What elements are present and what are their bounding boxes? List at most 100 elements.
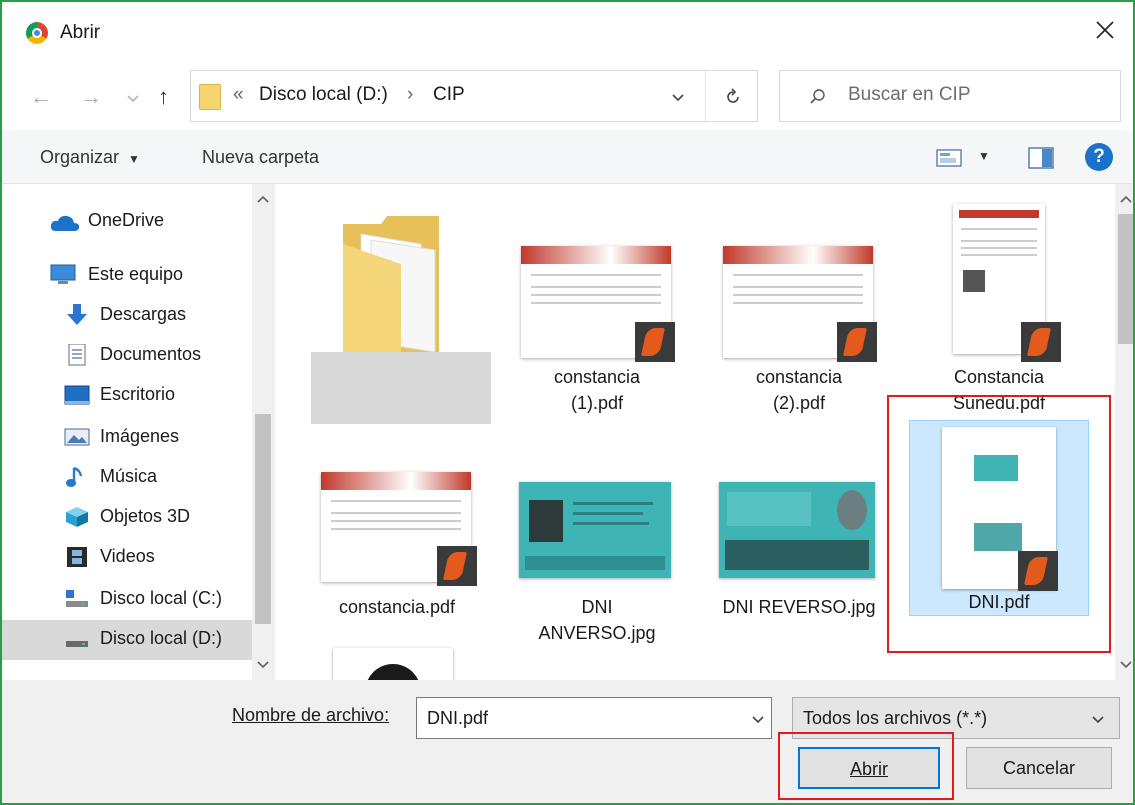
filename-value: DNI.pdf [427, 708, 489, 728]
title-bar: Abrir [2, 2, 1133, 64]
scroll-down-icon[interactable] [256, 660, 270, 670]
sidebar-item-imagenes[interactable]: Imágenes [2, 418, 252, 458]
caret-down-icon: ▼ [128, 152, 140, 166]
filename-history-chevron-icon[interactable] [751, 715, 765, 725]
sidebar-item-label: Imágenes [100, 426, 180, 446]
navigation-bar: ← → ↑ « Disco local (D:) › CIP Buscar en… [2, 64, 1133, 130]
file-item[interactable]: constancia.pdf [307, 446, 487, 680]
file-name: constancia (1).pdf [553, 367, 641, 413]
close-icon[interactable] [1091, 16, 1119, 44]
file-item[interactable]: constancia (2).pdf [709, 198, 889, 438]
sidebar-item-descargas[interactable]: Descargas [2, 296, 252, 336]
file-name: DNI ANVERSO.jpg [538, 597, 656, 643]
filename-label: Nombre de archivo: [232, 705, 389, 726]
navigation-pane: OneDrive Este equipo Descargas Documento… [2, 184, 274, 680]
file-name: constancia.pdf [338, 597, 456, 617]
scroll-up-icon[interactable] [256, 194, 270, 204]
open-file-dialog: Abrir ← → ↑ « Disco local (D:) › CIP Bus… [0, 0, 1135, 805]
file-list: constancia (1).pdf constancia (2).pdf Co… [275, 184, 1115, 680]
file-name: constancia (2).pdf [755, 367, 843, 413]
pdf-file-icon [635, 322, 675, 362]
file-list-scrollbar[interactable] [1115, 184, 1133, 680]
pdf-file-icon [837, 322, 877, 362]
address-divider [705, 71, 706, 121]
view-options-caret-icon[interactable]: ▼ [978, 149, 990, 163]
scroll-up-icon[interactable] [1119, 194, 1133, 204]
computer-icon [50, 264, 76, 284]
organize-label: Organizar [40, 147, 120, 167]
file-item-selected[interactable]: DNI.pdf [909, 420, 1089, 616]
sidebar-item-documentos[interactable]: Documentos [2, 336, 252, 376]
partial-photo-thumbnail[interactable] [333, 648, 453, 680]
sidebar-item-label: Disco local (D:) [100, 628, 223, 648]
filename-label-text: Nombre de archivo: [232, 705, 390, 725]
filetype-value: Todos los archivos (*.*) [803, 708, 988, 728]
recent-locations-chevron-icon[interactable] [126, 94, 140, 104]
address-bar[interactable]: « Disco local (D:) › CIP [190, 70, 758, 122]
breadcrumb-overflow[interactable]: « [233, 84, 244, 106]
scroll-down-icon[interactable] [1119, 660, 1133, 670]
preview-pane-icon[interactable] [1028, 147, 1054, 169]
breadcrumb-disco-d[interactable]: Disco local (D:) [259, 84, 388, 106]
organize-button[interactable]: Organizar ▼ [40, 147, 140, 168]
pdf-file-icon [1021, 322, 1061, 362]
sidebar-item-objetos-3d[interactable]: Objetos 3D [2, 498, 252, 538]
download-arrow-icon [67, 304, 87, 325]
change-view-icon[interactable] [936, 148, 962, 168]
sidebar-item-musica[interactable]: Música [2, 458, 252, 498]
sidebar-item-videos[interactable]: Videos [2, 538, 252, 578]
cube-icon [66, 507, 88, 527]
file-item[interactable]: DNI ANVERSO.jpg [507, 446, 687, 680]
pictures-icon [64, 428, 90, 446]
id-card-back-thumbnail [719, 482, 875, 578]
command-bar: Organizar ▼ Nueva carpeta ▼ ? [2, 130, 1133, 184]
forward-arrow-icon[interactable]: → [80, 84, 102, 110]
back-arrow-icon[interactable]: ← [30, 84, 52, 110]
search-placeholder: Buscar en CIP [848, 84, 971, 105]
open-button[interactable]: Abrir [798, 747, 940, 789]
search-icon [810, 89, 825, 104]
refresh-icon[interactable] [723, 87, 743, 107]
sidebar-item-label: OneDrive [88, 210, 165, 230]
filetype-chevron-icon[interactable] [1091, 715, 1105, 725]
breadcrumb-cip[interactable]: CIP [433, 84, 465, 106]
sidebar-item-disco-d[interactable]: Disco local (D:) [2, 620, 252, 660]
film-icon [67, 547, 87, 567]
dialog-footer: Nombre de archivo: DNI.pdf Todos los arc… [2, 680, 1133, 803]
file-item[interactable]: constancia (1).pdf [507, 198, 687, 438]
drive-icon [66, 590, 88, 607]
sidebar-item-label: Documentos [100, 344, 202, 364]
filetype-select[interactable]: Todos los archivos (*.*) [792, 697, 1120, 739]
desktop-icon [64, 385, 90, 405]
new-folder-button[interactable]: Nueva carpeta [202, 147, 319, 168]
address-dropdown-chevron-icon[interactable] [671, 93, 685, 103]
search-box[interactable]: Buscar en CIP [779, 70, 1121, 122]
sidebar-item-escritorio[interactable]: Escritorio [2, 376, 252, 416]
filename-input[interactable]: DNI.pdf [416, 697, 772, 739]
folder-name-redacted [311, 352, 491, 424]
file-name: DNI.pdf [968, 592, 1030, 612]
cancel-button[interactable]: Cancelar [966, 747, 1112, 789]
file-list-scroll-thumb[interactable] [1118, 214, 1133, 344]
id-card-front-thumbnail [519, 482, 671, 578]
sidebar-item-este-equipo[interactable]: Este equipo [2, 256, 252, 296]
sidebar-item-onedrive[interactable]: OneDrive [2, 202, 252, 242]
file-item[interactable]: Constancia Sunedu.pdf [909, 198, 1089, 438]
document-icon [68, 344, 86, 366]
help-icon[interactable]: ? [1085, 143, 1113, 171]
music-note-icon [66, 466, 83, 487]
sidebar-scroll-thumb[interactable] [255, 414, 271, 624]
sidebar-item-label: Videos [100, 546, 155, 566]
sidebar-item-label: Escritorio [100, 384, 176, 404]
sidebar-item-disco-c[interactable]: Disco local (C:) [2, 580, 252, 620]
pdf-file-icon [1018, 551, 1058, 591]
sidebar-scrollbar[interactable] [252, 184, 274, 680]
up-arrow-icon[interactable]: ↑ [158, 84, 169, 110]
chrome-icon [26, 22, 48, 44]
pdf-file-icon [437, 546, 477, 586]
file-item-folder[interactable] [311, 198, 491, 424]
sidebar-item-label: Música [100, 466, 158, 486]
breadcrumb-separator: › [407, 84, 414, 105]
file-item[interactable]: DNI REVERSO.jpg [709, 446, 889, 680]
file-name: Constancia Sunedu.pdf [952, 367, 1046, 413]
